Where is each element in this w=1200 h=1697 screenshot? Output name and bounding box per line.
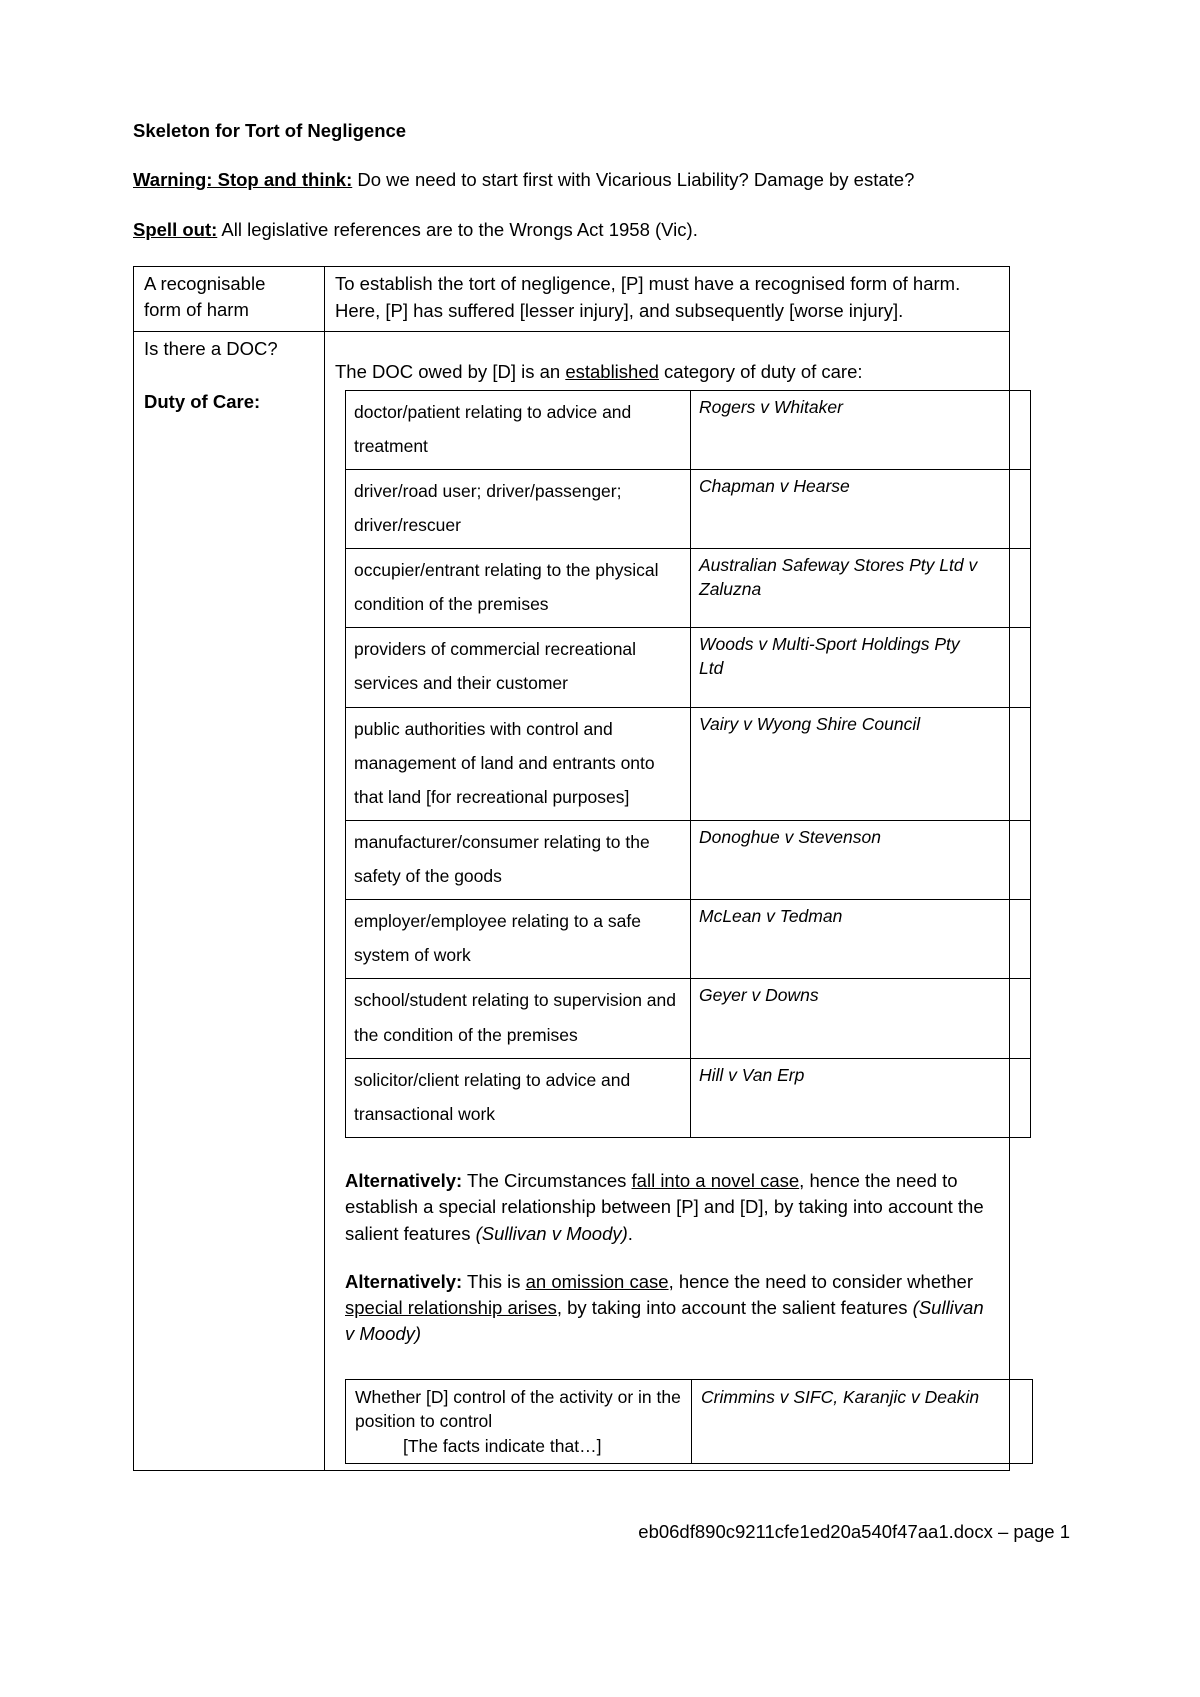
control-case-cell: Crimmins v SIFC, Karanjic v Deakin	[691, 1378, 1033, 1465]
table-row: employer/employee relating to a safe sys…	[345, 899, 1031, 980]
control-line-1: Whether [D] control of the activity	[355, 1386, 613, 1407]
category-cell: school/student relating to supervision a…	[345, 978, 691, 1059]
lead-pre: The DOC owed by [D] is an	[335, 361, 566, 383]
harm-content-line2: Here, [P] has suffered [lesser injury], …	[335, 300, 904, 322]
case-citation-line: Chapman v Hearse	[699, 475, 850, 496]
case-citation-line: Geyer v Downs	[699, 985, 819, 1006]
skeleton-table: A recognisable form of harm To establish…	[133, 265, 1033, 1472]
case-citation-cell: Donoghue v Stevenson	[690, 819, 1031, 901]
table-row: solicitor/client relating to advice and …	[345, 1057, 1031, 1138]
alternative-omission-label: Alternatively:	[345, 1270, 463, 1292]
table-row: occupier/entrant relating to the physica…	[345, 548, 1031, 629]
established-lead-line: The DOC owed by [D] is an established ca…	[335, 359, 1001, 385]
lead-post: category of duty of care:	[658, 361, 863, 383]
case-citation-cell: Rogers v Whitaker	[690, 389, 1031, 470]
alternative-novel-tail: .	[627, 1222, 633, 1244]
case-citation-line: McLean v Tedman	[699, 906, 843, 927]
case-citation-line: Ltd	[699, 657, 724, 678]
category-cell: providers of commercial recreational ser…	[345, 627, 691, 708]
harm-label-line2: form of harm	[144, 299, 249, 321]
alternative-omission-mid: , hence the need to consider whether	[668, 1270, 973, 1292]
category-cell: public authorities with control and mana…	[345, 706, 691, 821]
case-citation-line: Donoghue v Stevenson	[699, 826, 881, 847]
alternative-novel-pre: The Circumstances	[462, 1169, 632, 1191]
alternative-novel-label: Alternatively:	[345, 1169, 463, 1191]
category-cell: occupier/entrant relating to the physica…	[345, 548, 691, 629]
category-cell: solicitor/client relating to advice and …	[345, 1057, 691, 1138]
table-row: providers of commercial recreational ser…	[345, 627, 1031, 708]
harm-label-cell: A recognisable form of harm	[133, 265, 325, 333]
document-page: Skeleton for Tort of Negligence Warning:…	[0, 0, 1200, 1697]
spacer-between-alternatives	[335, 1247, 1001, 1269]
case-citation-cell: Australian Safeway Stores Pty Ltd v Zaluz…	[690, 548, 1031, 629]
table-row-harm: A recognisable form of harm To establish…	[133, 265, 1010, 333]
alternative-novel-case: Alternatively: The Circumstances fall in…	[345, 1168, 990, 1247]
warning-label: Warning: Stop and think:	[133, 169, 353, 191]
case-citation-line: Woods v Multi-Sport Holdings Pty	[699, 634, 960, 655]
spellout-label: Spell out:	[133, 218, 218, 240]
case-citation-line: Hill v Van Erp	[699, 1064, 805, 1085]
table-row: public authorities with control and mana…	[345, 706, 1031, 821]
doc-label-cell: Is there a DOC? Duty of Care:	[133, 331, 325, 1472]
table-row: driver/road user; driver/passenger; driv…	[345, 468, 1031, 550]
case-citation-cell: Woods v Multi-Sport Holdings Pty Ltd	[690, 627, 1031, 708]
table-row: school/student relating to supervision a…	[345, 978, 1031, 1059]
case-citation-line: Zaluzna	[699, 578, 762, 599]
spacer-after-categories	[335, 1138, 1001, 1168]
case-citation-cell: McLean v Tedman	[690, 899, 1031, 980]
duty-of-care-label: Duty of Care:	[144, 390, 261, 412]
established-categories-table: doctor/patient relating to advice and tr…	[345, 389, 1031, 1138]
case-citation-cell: Hill v Van Erp	[690, 1057, 1031, 1138]
control-table: Whether [D] control of the activity or i…	[345, 1378, 1033, 1465]
case-citation-line: Rogers v Whitaker	[699, 396, 843, 417]
alternative-novel-text: Alternatively: The Circumstances fall in…	[345, 1168, 990, 1247]
alternative-novel-citation: (Sullivan v Moody)	[475, 1222, 628, 1244]
doc-question-label: Is there a DOC?	[144, 338, 278, 360]
page-footer: eb06df890c9211cfe1ed20a540f47aa1.docx – …	[638, 1521, 1070, 1542]
alternative-omission-text: Alternatively: This is an omission case,…	[345, 1269, 990, 1348]
alternative-omission-underlined-1: an omission case	[525, 1270, 669, 1292]
table-row: manufacturer/consumer relating to the sa…	[345, 819, 1031, 901]
spellout-text: All legislative references are to the Wr…	[217, 218, 698, 240]
case-citation-cell: Geyer v Downs	[690, 978, 1031, 1059]
content-spacer-top	[335, 336, 1001, 359]
spacer-before-control-table	[335, 1348, 1001, 1378]
case-citation-line: Vairy v Wyong Shire Council	[699, 713, 921, 734]
document-body: Skeleton for Tort of Negligence Warning:…	[133, 118, 1033, 1472]
control-question-cell: Whether [D] control of the activity or i…	[345, 1378, 692, 1465]
case-citation-cell: Chapman v Hearse	[690, 468, 1031, 550]
category-cell: employer/employee relating to a safe sys…	[345, 899, 691, 980]
lead-underlined: established	[565, 361, 659, 383]
control-line-3: [The facts indicate that…]	[403, 1436, 602, 1457]
harm-content-line1: To establish the tort of negligence, [P]…	[335, 272, 961, 294]
spellout-paragraph: Spell out: All legislative references ar…	[133, 217, 971, 243]
category-cell: manufacturer/consumer relating to the sa…	[345, 819, 691, 901]
table-row-duty-of-care: Is there a DOC? Duty of Care: The DOC ow…	[133, 331, 1033, 1472]
category-cell: doctor/patient relating to advice and tr…	[345, 389, 691, 470]
alternative-omission-underlined-2: special relationship arises	[345, 1297, 557, 1319]
harm-content-cell: To establish the tort of negligence, [P]…	[324, 265, 1010, 333]
case-citation-cell: Vairy v Wyong Shire Council	[690, 706, 1031, 821]
page-title: Skeleton for Tort of Negligence	[133, 120, 407, 141]
table-row: doctor/patient relating to advice and tr…	[345, 389, 1031, 470]
harm-label-line1: A recognisable	[144, 272, 266, 294]
alternative-omission-case: Alternatively: This is an omission case,…	[345, 1269, 990, 1348]
case-citation-line: Australian Safeway Stores Pty Ltd v	[699, 555, 978, 576]
alternative-omission-pre: This is	[462, 1270, 526, 1292]
category-cell: driver/road user; driver/passenger; driv…	[345, 468, 691, 550]
table-row: Whether [D] control of the activity or i…	[345, 1378, 1033, 1465]
alternative-omission-post: , by taking into account the salient fea…	[556, 1297, 913, 1319]
doc-content-cell: The DOC owed by [D] is an established ca…	[324, 331, 1033, 1472]
warning-text: Do we need to start first with Vicarious…	[352, 169, 915, 191]
alternative-novel-underlined: fall into a novel case	[631, 1169, 800, 1191]
label-spacer	[144, 363, 316, 389]
warning-paragraph: Warning: Stop and think: Do we need to s…	[133, 167, 971, 193]
established-categories-body: doctor/patient relating to advice and tr…	[345, 389, 1031, 1138]
